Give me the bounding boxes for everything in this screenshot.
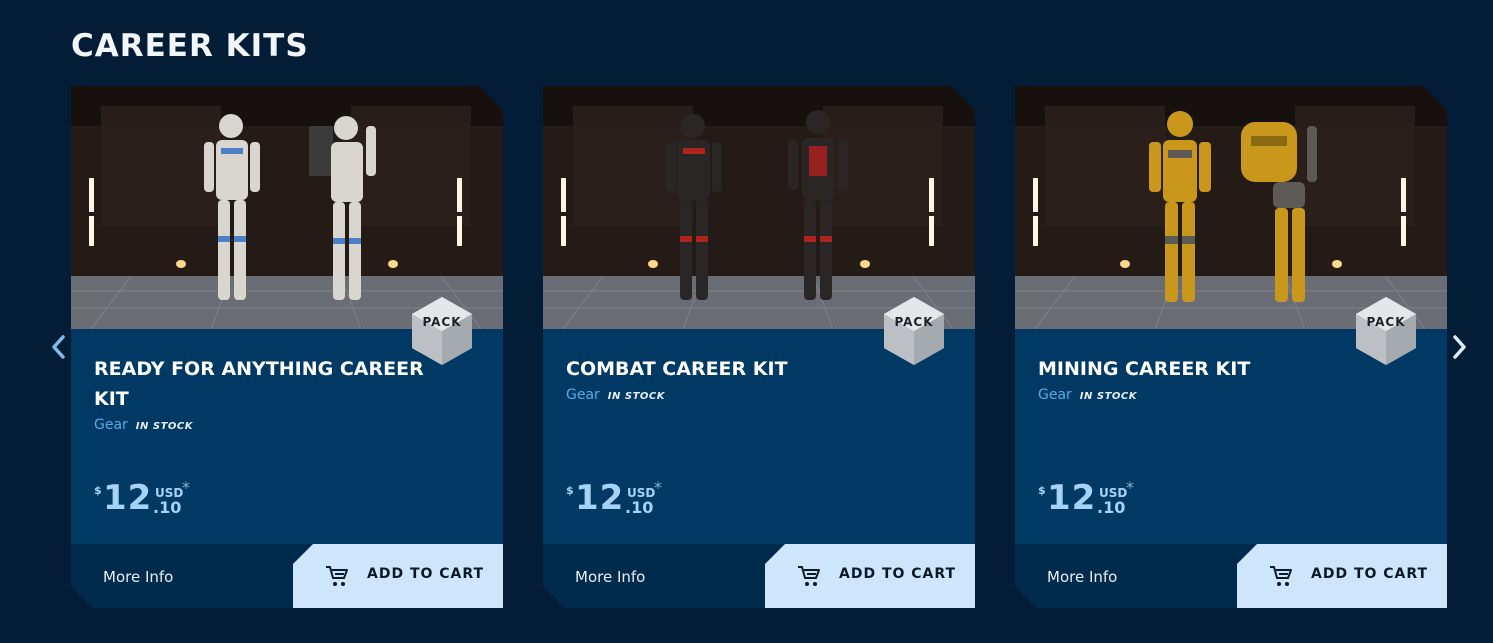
- product-category[interactable]: Gear: [566, 387, 600, 403]
- stock-status: IN STOCK: [1079, 391, 1137, 402]
- more-info-link[interactable]: More Info: [575, 568, 645, 586]
- add-to-cart-button[interactable]: ADD TO CART: [1237, 544, 1447, 608]
- product-image[interactable]: [71, 86, 503, 329]
- more-info-link[interactable]: More Info: [1047, 568, 1117, 586]
- price-cents: .10: [153, 498, 182, 517]
- pack-label: PACK: [1366, 315, 1406, 329]
- product-card[interactable]: PACK READY FOR ANYTHING CAREER KIT Gear …: [71, 86, 503, 608]
- hangar-scene-image: [1015, 86, 1447, 329]
- price-cents: .10: [1097, 498, 1126, 517]
- cart-icon: [325, 564, 349, 588]
- pack-label: PACK: [894, 315, 934, 329]
- price-whole: 12: [1047, 478, 1097, 518]
- product-image[interactable]: [543, 86, 975, 329]
- hangar-scene-image: [71, 86, 503, 329]
- currency-symbol: $: [1038, 484, 1046, 497]
- price-asterisk: *: [1126, 478, 1134, 497]
- product-card[interactable]: PACK COMBAT CAREER KIT Gear IN STOCK $ 1…: [543, 86, 975, 608]
- hangar-scene-image: [543, 86, 975, 329]
- product-title[interactable]: MINING CAREER KIT: [1038, 354, 1368, 384]
- chevron-right-icon: [1453, 335, 1466, 359]
- product-meta: Gear IN STOCK: [566, 387, 665, 403]
- card-footer: More Info ADD TO CART: [543, 544, 975, 608]
- stock-status: IN STOCK: [607, 391, 665, 402]
- product-meta: Gear IN STOCK: [1038, 387, 1137, 403]
- add-to-cart-button[interactable]: ADD TO CART: [765, 544, 975, 608]
- product-title[interactable]: READY FOR ANYTHING CAREER KIT: [94, 354, 424, 414]
- add-to-cart-button[interactable]: ADD TO CART: [293, 544, 503, 608]
- add-to-cart-label: ADD TO CART: [1311, 566, 1429, 582]
- product-cards: PACK READY FOR ANYTHING CAREER KIT Gear …: [71, 86, 1447, 608]
- price-whole: 12: [575, 478, 625, 518]
- price-asterisk: *: [654, 478, 662, 497]
- chevron-left-icon: [52, 335, 65, 359]
- price-cents: .10: [625, 498, 654, 517]
- add-to-cart-label: ADD TO CART: [367, 566, 485, 582]
- carousel-prev-button[interactable]: [48, 333, 70, 361]
- product-title[interactable]: COMBAT CAREER KIT: [566, 354, 896, 384]
- product-card[interactable]: PACK MINING CAREER KIT Gear IN STOCK $ 1…: [1015, 86, 1447, 608]
- pack-label: PACK: [422, 315, 462, 329]
- add-to-cart-label: ADD TO CART: [839, 566, 957, 582]
- price-whole: 12: [103, 478, 153, 518]
- product-category[interactable]: Gear: [1038, 387, 1072, 403]
- more-info-link[interactable]: More Info: [103, 568, 173, 586]
- price-asterisk: *: [182, 478, 190, 497]
- product-category[interactable]: Gear: [94, 417, 128, 433]
- carousel-next-button[interactable]: [1448, 333, 1470, 361]
- product-meta: Gear IN STOCK: [94, 417, 193, 433]
- card-footer: More Info ADD TO CART: [1015, 544, 1447, 608]
- currency-symbol: $: [566, 484, 574, 497]
- card-footer: More Info ADD TO CART: [71, 544, 503, 608]
- currency-symbol: $: [94, 484, 102, 497]
- product-image[interactable]: [1015, 86, 1447, 329]
- section-title: CAREER KITS: [71, 28, 309, 64]
- stock-status: IN STOCK: [135, 421, 193, 432]
- cart-icon: [1269, 564, 1293, 588]
- cart-icon: [797, 564, 821, 588]
